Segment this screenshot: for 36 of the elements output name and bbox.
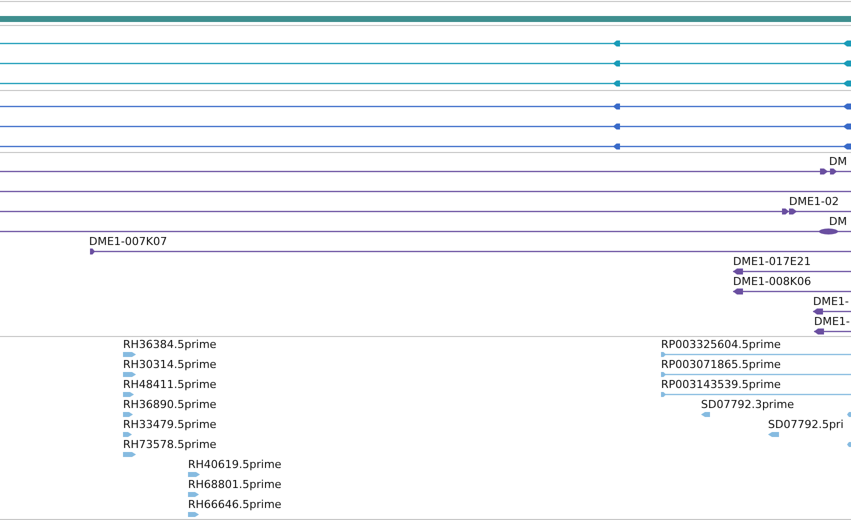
feature-label: RH36890.5prime	[123, 398, 216, 411]
feature-label: DM	[829, 155, 847, 168]
feature-label: DME1-017E21	[733, 255, 811, 268]
feature-glyph[interactable]	[0, 40, 851, 46]
feature-label: RH66646.5prime	[188, 498, 282, 511]
feature-glyph[interactable]	[0, 60, 851, 66]
feature-glyph[interactable]	[0, 80, 851, 86]
feature-label: RH30314.5prime	[123, 358, 216, 371]
feature-label: DME1-008K06	[733, 275, 812, 288]
feature-glyph[interactable]	[814, 328, 851, 334]
feature-label: RP003143539.5prime	[661, 378, 781, 391]
feature-glyph[interactable]	[0, 208, 851, 214]
feature-glyph[interactable]	[0, 168, 851, 174]
feature-label: RP003325604.5prime	[661, 338, 781, 351]
feature-label: DME1-	[814, 315, 850, 328]
feature-glyph[interactable]	[0, 228, 851, 234]
feature-glyph[interactable]	[813, 308, 851, 314]
feature-label: RH40619.5prime	[188, 458, 282, 471]
feature-label: RH33479.5prime	[123, 418, 216, 431]
feature-glyph[interactable]	[0, 144, 851, 150]
feature-label: SD07792.3prime	[701, 398, 794, 411]
feature-glyph[interactable]	[733, 288, 851, 294]
feature-label: DM	[829, 215, 847, 228]
feature-label: DME1-007K07	[89, 235, 168, 248]
feature-glyph[interactable]	[733, 268, 851, 274]
feature-label: RH68801.5prime	[188, 478, 282, 491]
feature-label: RP003071865.5prime	[661, 358, 781, 371]
feature-label: RH36384.5prime	[123, 338, 216, 351]
feature-label: RH73578.5prime	[123, 438, 216, 451]
feature-glyph[interactable]	[90, 248, 851, 254]
feature-label: DME1-02	[789, 195, 839, 208]
feature-label: SD07792.5pri	[768, 418, 844, 431]
feature-label: RH48411.5prime	[123, 378, 216, 391]
feature-glyph[interactable]	[0, 104, 851, 110]
feature-glyph[interactable]	[0, 124, 851, 130]
feature-label: DME1-	[813, 295, 849, 308]
